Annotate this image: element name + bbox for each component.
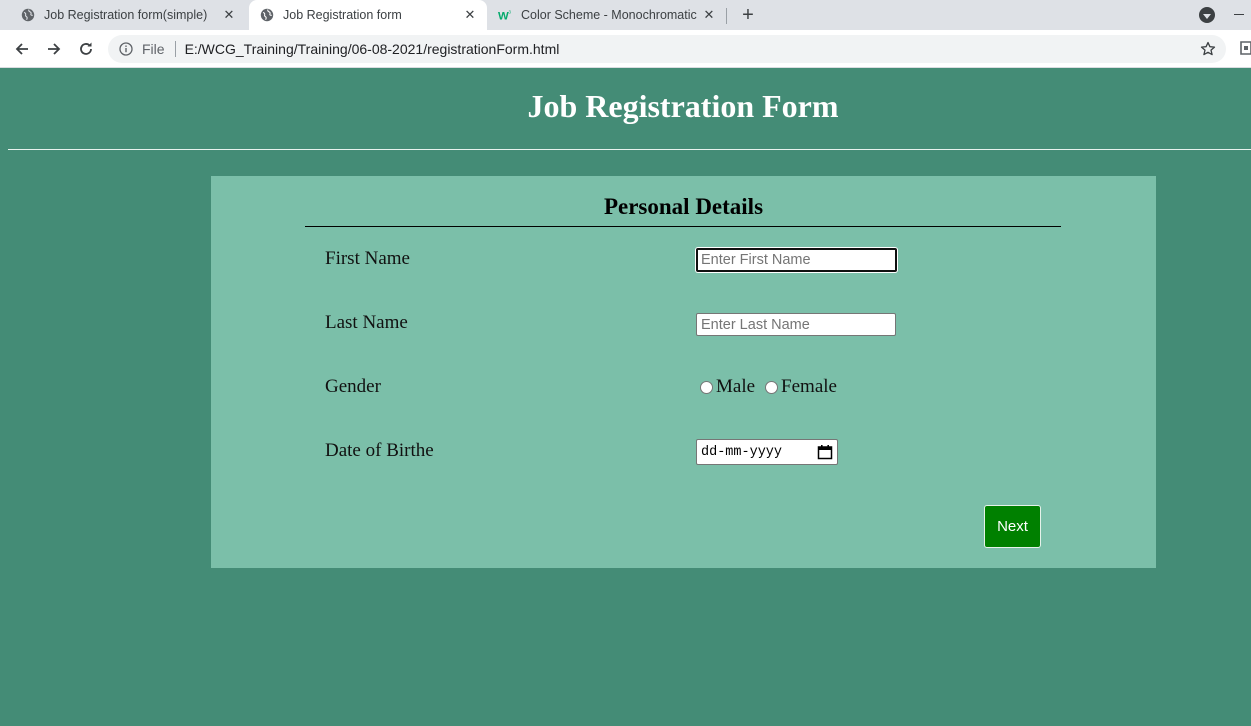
first-name-label: First Name — [325, 248, 410, 269]
minimize-icon[interactable] — [1234, 14, 1244, 15]
svg-text:W: W — [498, 10, 509, 22]
page-title: Job Registration Form — [527, 88, 839, 124]
next-button[interactable]: Next — [984, 505, 1041, 548]
info-icon[interactable] — [118, 41, 134, 57]
address-divider — [174, 41, 176, 57]
dob-date-input[interactable]: dd-mm-yyyy — [696, 439, 838, 465]
gender-female-label: Female — [781, 376, 837, 397]
scheme-label: File — [142, 41, 165, 57]
tab-job-registration[interactable]: Job Registration form ✕ — [249, 0, 487, 30]
tab-color-scheme[interactable]: W3 Color Scheme - Monochromatic ✕ — [487, 0, 726, 30]
extension-icon[interactable] — [1239, 40, 1251, 56]
bookmark-star-icon[interactable] — [1200, 41, 1216, 57]
close-icon[interactable]: ✕ — [702, 7, 716, 22]
tab-title: Job Registration form — [283, 8, 402, 22]
first-name-input[interactable] — [696, 248, 897, 272]
title-divider — [8, 149, 1251, 150]
calendar-icon[interactable] — [817, 444, 833, 460]
new-tab-icon[interactable]: + — [738, 4, 758, 26]
w3schools-icon: W3 — [498, 8, 512, 22]
gender-radio-group: Male Female — [700, 376, 841, 398]
close-icon[interactable]: ✕ — [463, 7, 477, 22]
close-icon[interactable]: ✕ — [222, 7, 236, 22]
globe-icon — [260, 8, 274, 22]
section-divider — [305, 226, 1061, 227]
back-icon[interactable] — [12, 39, 32, 59]
address-bar[interactable]: File E:/WCG_Training/Training/06-08-2021… — [108, 35, 1226, 63]
tab-title: Color Scheme - Monochromatic — [521, 8, 697, 22]
gender-female-radio[interactable] — [765, 380, 779, 394]
section-title: Personal Details — [603, 194, 764, 219]
url-text: E:/WCG_Training/Training/06-08-2021/regi… — [184, 41, 560, 57]
tab-job-registration-simple[interactable]: Job Registration form(simple) ✕ — [10, 0, 246, 30]
tab-strip: Job Registration form(simple) ✕ Job Regi… — [0, 0, 1251, 30]
gender-label: Gender — [325, 376, 381, 397]
forward-icon[interactable] — [44, 39, 64, 59]
last-name-label: Last Name — [325, 312, 408, 333]
svg-text:3: 3 — [509, 9, 512, 14]
gender-male-radio[interactable] — [700, 380, 713, 394]
dob-placeholder: dd-mm-yyyy — [701, 444, 783, 460]
reload-icon[interactable] — [76, 39, 96, 59]
tab-separator — [726, 8, 727, 24]
globe-icon — [21, 8, 35, 22]
gender-male-label: Male — [716, 376, 756, 397]
tab-title: Job Registration form(simple) — [44, 8, 208, 22]
dob-label: Date of Birthe — [325, 440, 434, 461]
registration-card: Personal Details First Name Last Name Ge… — [211, 176, 1156, 568]
last-name-input[interactable] — [696, 313, 896, 336]
tab-search-icon[interactable] — [1199, 7, 1215, 23]
browser-toolbar: File E:/WCG_Training/Training/06-08-2021… — [0, 30, 1251, 68]
